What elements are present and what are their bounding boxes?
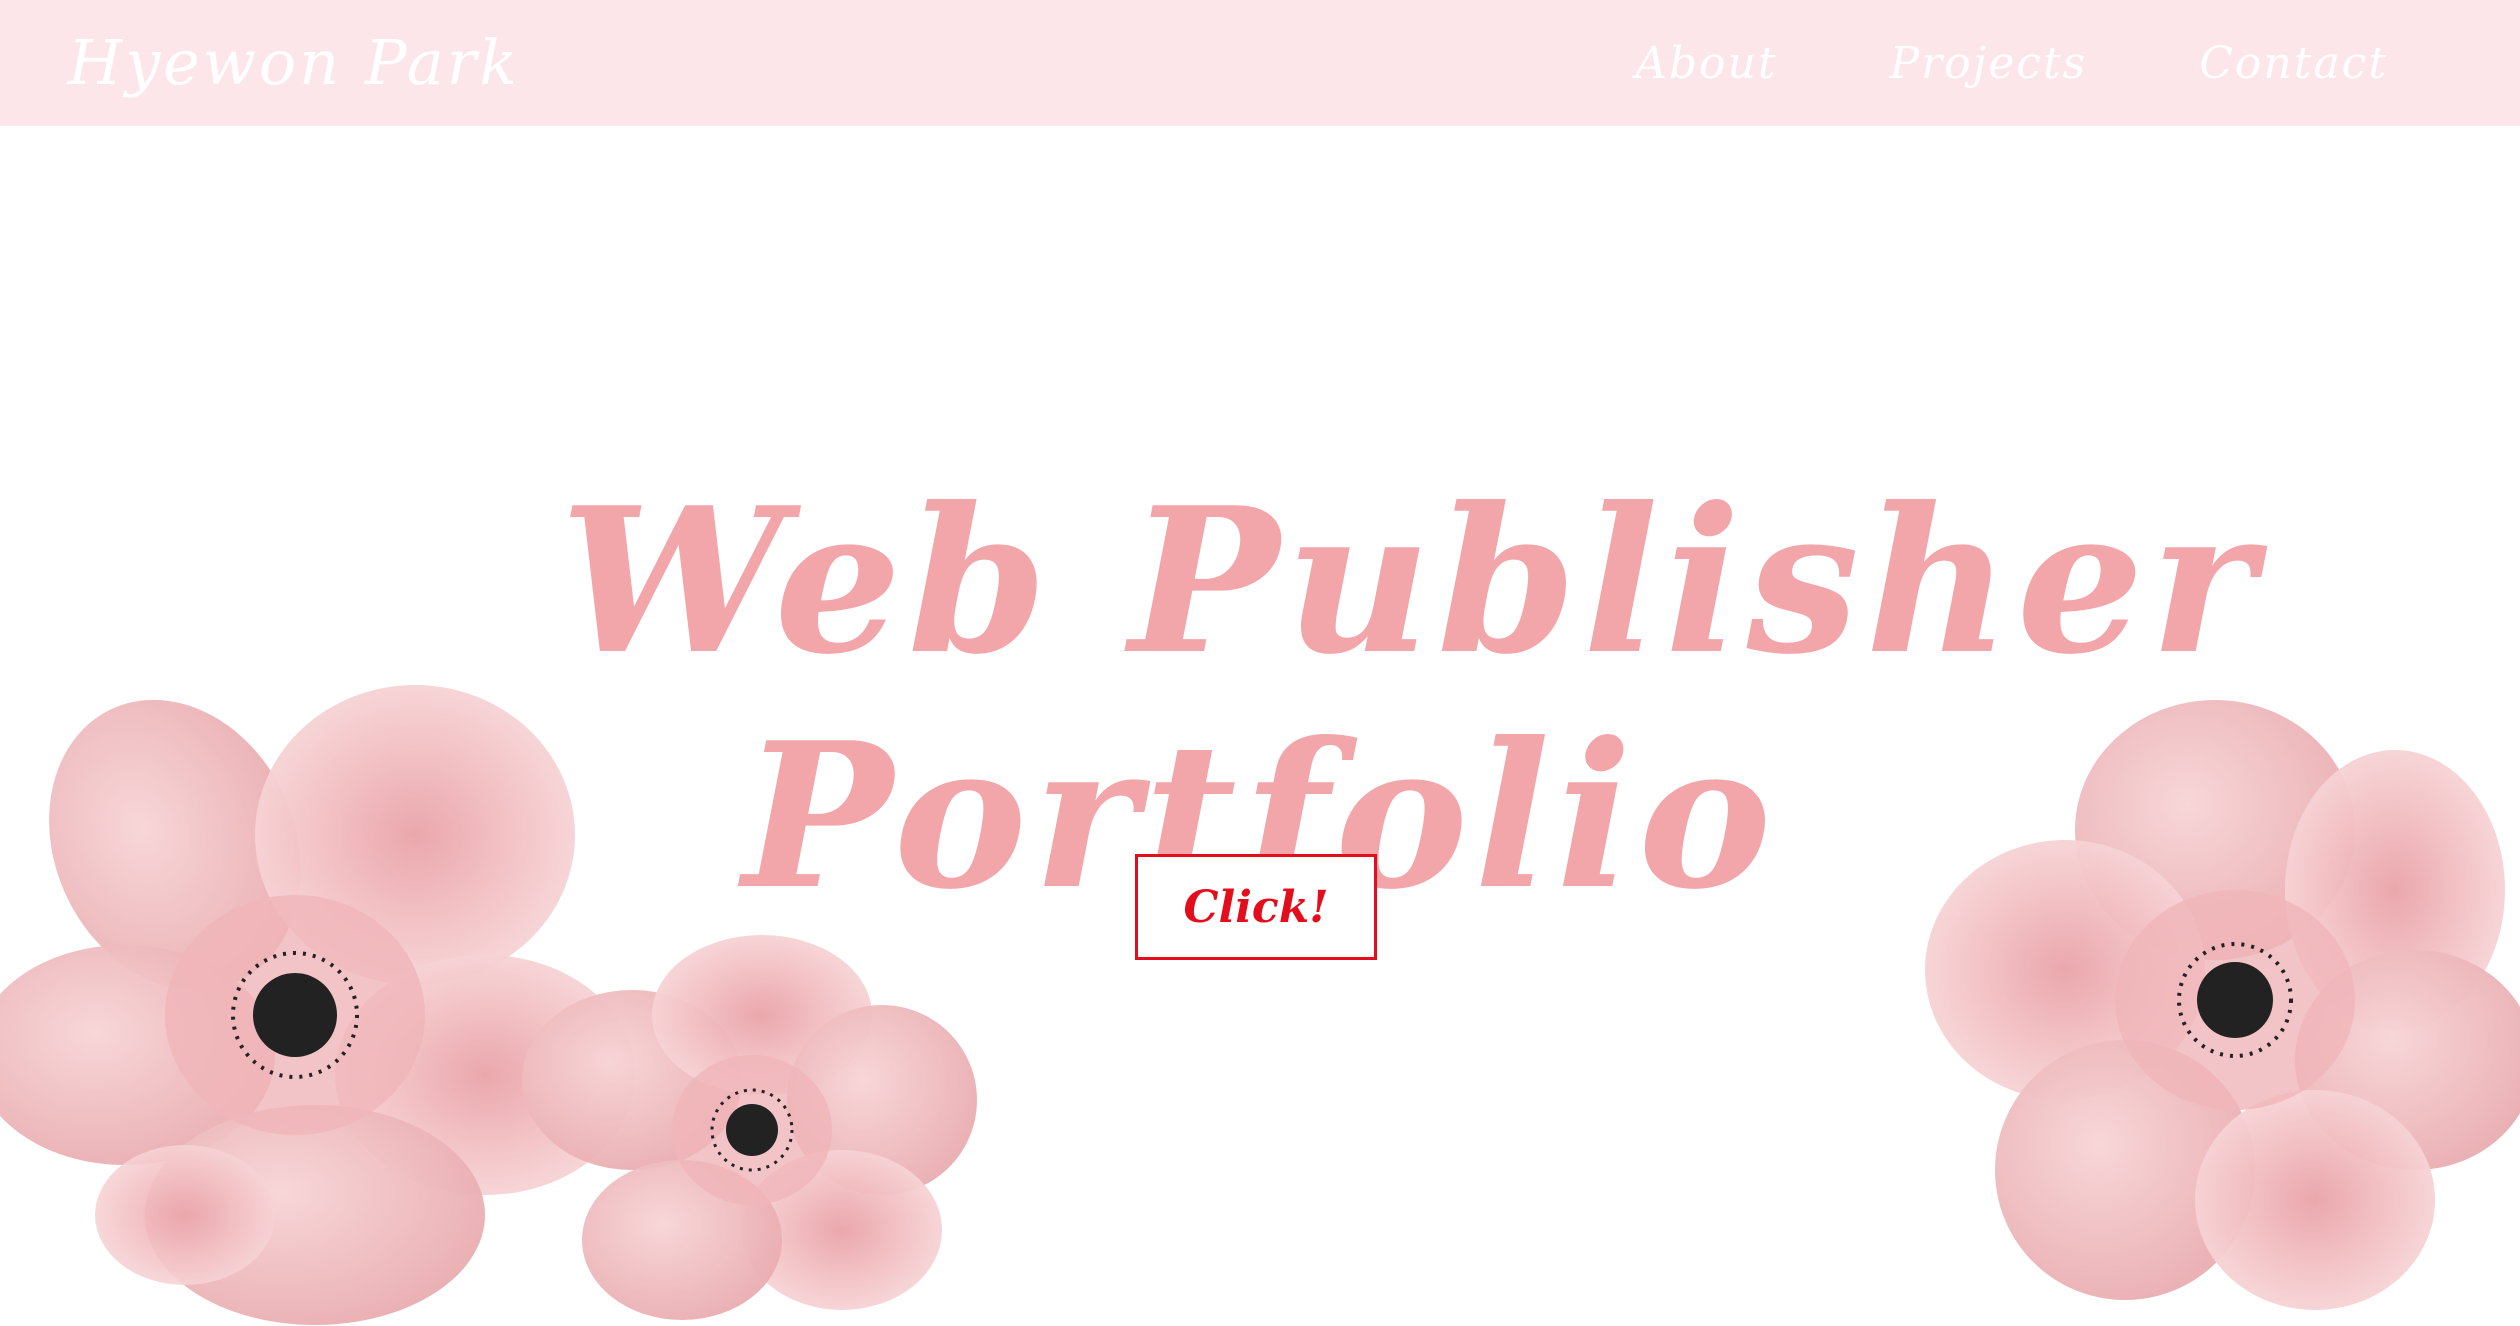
nav-link-projects[interactable]: Projects [1890, 38, 2088, 89]
nav-link-about[interactable]: About [1635, 38, 1777, 89]
brand-logo-text[interactable]: Hyewon Park [68, 20, 520, 106]
top-navbar: Hyewon Park About Projects Contact [0, 0, 2520, 126]
hero-title-line-1: Web Publisher [560, 464, 2262, 699]
nav-links: About Projects Contact [1635, 28, 2388, 98]
nav-link-contact[interactable]: Contact [2199, 38, 2388, 89]
click-button[interactable]: Click! [1135, 854, 1377, 960]
flower-small-left-icon [522, 935, 977, 1320]
flower-right-icon [1925, 700, 2520, 1310]
flower-large-left-icon [0, 685, 635, 1325]
